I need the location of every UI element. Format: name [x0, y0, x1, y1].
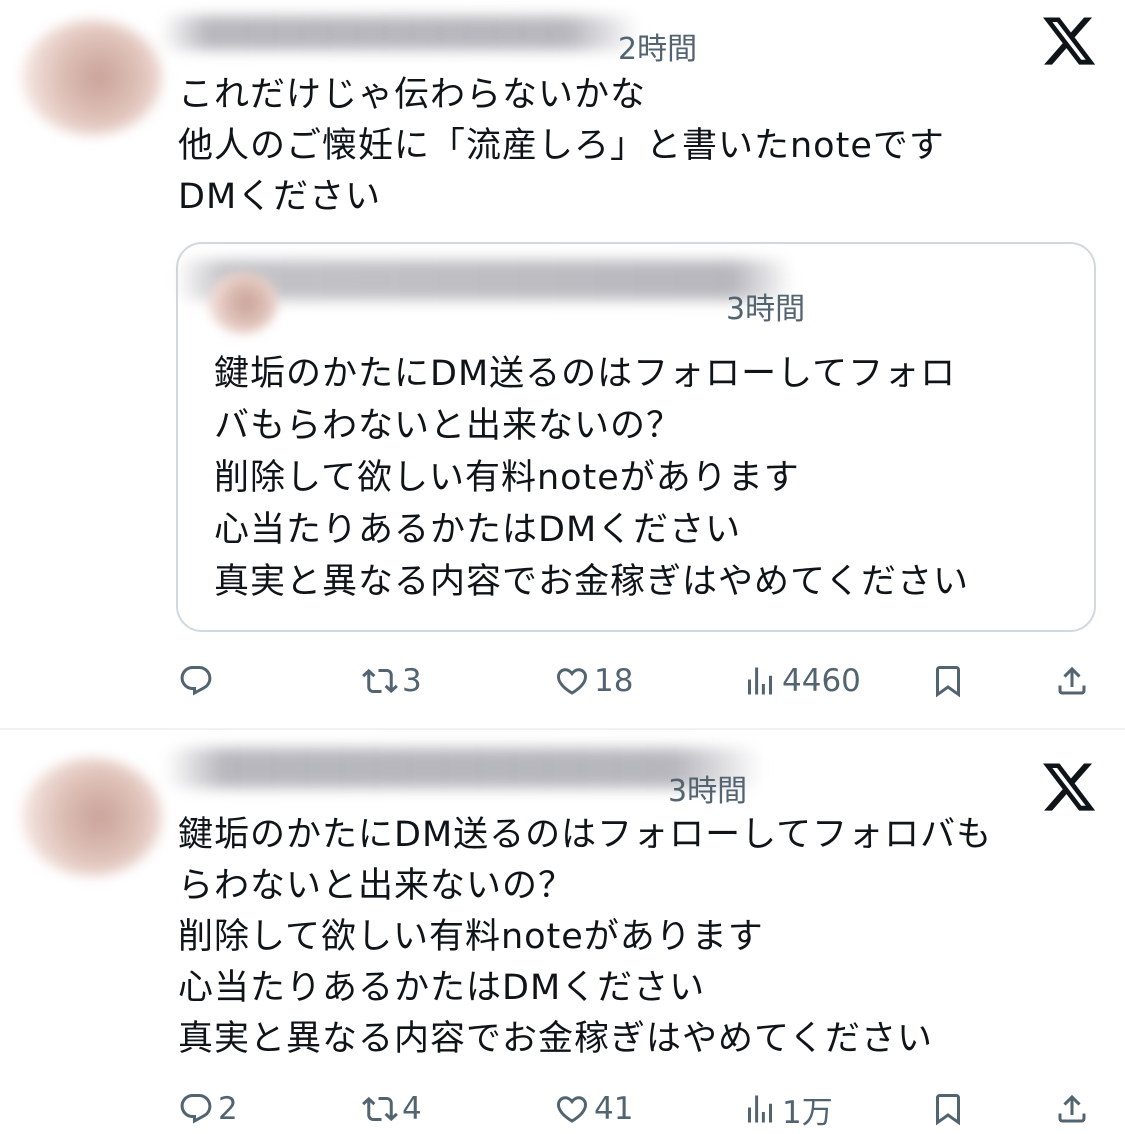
repost-button[interactable]: 3	[362, 656, 422, 706]
tweet-text-line: 心当たりあるかたはDMください	[178, 968, 706, 1008]
avatar[interactable]	[22, 20, 162, 135]
tweet-timestamp[interactable]: 2時間	[618, 24, 697, 68]
tweet-text-line: DMください	[178, 177, 382, 217]
quoted-timestamp[interactable]: 3時間	[726, 284, 805, 328]
quoted-text-line: 鍵垢のかたにDM送るのはフォローしてフォロ	[214, 354, 957, 394]
quoted-tweet-text: 鍵垢のかたにDM送るのはフォローしてフォロ バもらわないと出来ないの？ 削除して…	[214, 348, 969, 608]
views-icon	[748, 667, 772, 695]
x-logo-icon	[1043, 17, 1096, 65]
views-icon	[748, 1095, 772, 1123]
author-name-blurred[interactable]	[160, 16, 640, 50]
reply-button[interactable]	[178, 656, 218, 706]
reply-icon	[180, 666, 212, 696]
like-button[interactable]: 41	[554, 1084, 633, 1134]
tweet[interactable]: 2時間 これだけじゃ伝わらないかな 他人のご懐妊に「流産しろ」と書いたnoteで…	[0, 0, 1125, 725]
views-count: 4460	[782, 663, 861, 699]
heart-icon	[556, 668, 588, 695]
tweet-text-line: 削除して欲しい有料noteがあります	[178, 917, 764, 957]
bookmark-icon	[936, 666, 960, 698]
x-logo-icon	[1043, 763, 1096, 811]
tweet-timestamp[interactable]: 3時間	[668, 766, 747, 810]
reply-button[interactable]: 2	[178, 1084, 238, 1134]
quoted-tweet-card[interactable]: 3時間 鍵垢のかたにDM送るのはフォローしてフォロ バもらわないと出来ないの？ …	[174, 242, 1096, 632]
tweet[interactable]: 3時間 鍵垢のかたにDM送るのはフォローしてフォロバも らわないと出来ないの？ …	[0, 730, 1125, 1131]
bookmark-button[interactable]	[930, 1084, 966, 1134]
share-icon	[1058, 1094, 1086, 1123]
quoted-text-line: 削除して欲しい有料noteがあります	[214, 458, 800, 498]
like-count: 18	[594, 663, 634, 699]
tweet-actions: 2 4 41 1万	[176, 1084, 1096, 1134]
quoted-text-line: 心当たりあるかたはDMください	[214, 510, 742, 550]
share-button[interactable]	[1054, 1084, 1090, 1134]
views-button[interactable]: 4460	[742, 656, 861, 706]
quoted-text-line: 真実と異なる内容でお金稼ぎはやめてください	[214, 562, 969, 602]
views-button[interactable]: 1万	[742, 1084, 833, 1134]
repost-icon	[362, 668, 398, 694]
tweet-text: これだけじゃ伝わらないかな 他人のご懐妊に「流産しろ」と書いたnoteです DM…	[178, 72, 945, 220]
bookmark-button[interactable]	[930, 656, 966, 706]
tweet-text: 鍵垢のかたにDM送るのはフォローしてフォロバも らわないと出来ないの？ 削除して…	[178, 810, 992, 1065]
like-button[interactable]: 18	[554, 656, 633, 706]
heart-icon	[556, 1096, 588, 1123]
share-button[interactable]	[1054, 656, 1090, 706]
avatar[interactable]	[22, 758, 162, 876]
tweet-actions: 3 18 4460	[176, 656, 1096, 706]
reply-icon	[180, 1094, 212, 1124]
quoted-avatar[interactable]	[208, 272, 278, 334]
bookmark-icon	[936, 1094, 960, 1126]
tweet-text-line: 他人のご懐妊に「流産しろ」と書いたnoteです	[178, 126, 945, 166]
tweet-text-line: らわないと出来ないの？	[178, 866, 575, 906]
quoted-text-line: バもらわないと出来ないの？	[214, 406, 683, 446]
repost-button[interactable]: 4	[362, 1084, 422, 1134]
repost-count: 4	[402, 1091, 422, 1127]
repost-count: 3	[402, 663, 422, 699]
tweet-text-line: これだけじゃ伝わらないかな	[178, 75, 647, 115]
repost-icon	[362, 1096, 398, 1122]
like-count: 41	[594, 1091, 634, 1127]
reply-count: 2	[218, 1091, 238, 1127]
share-icon	[1058, 666, 1086, 695]
tweet-text-line: 鍵垢のかたにDM送るのはフォローしてフォロバも	[178, 815, 993, 855]
tweet-text-line: 真実と異なる内容でお金稼ぎはやめてください	[178, 1019, 933, 1059]
